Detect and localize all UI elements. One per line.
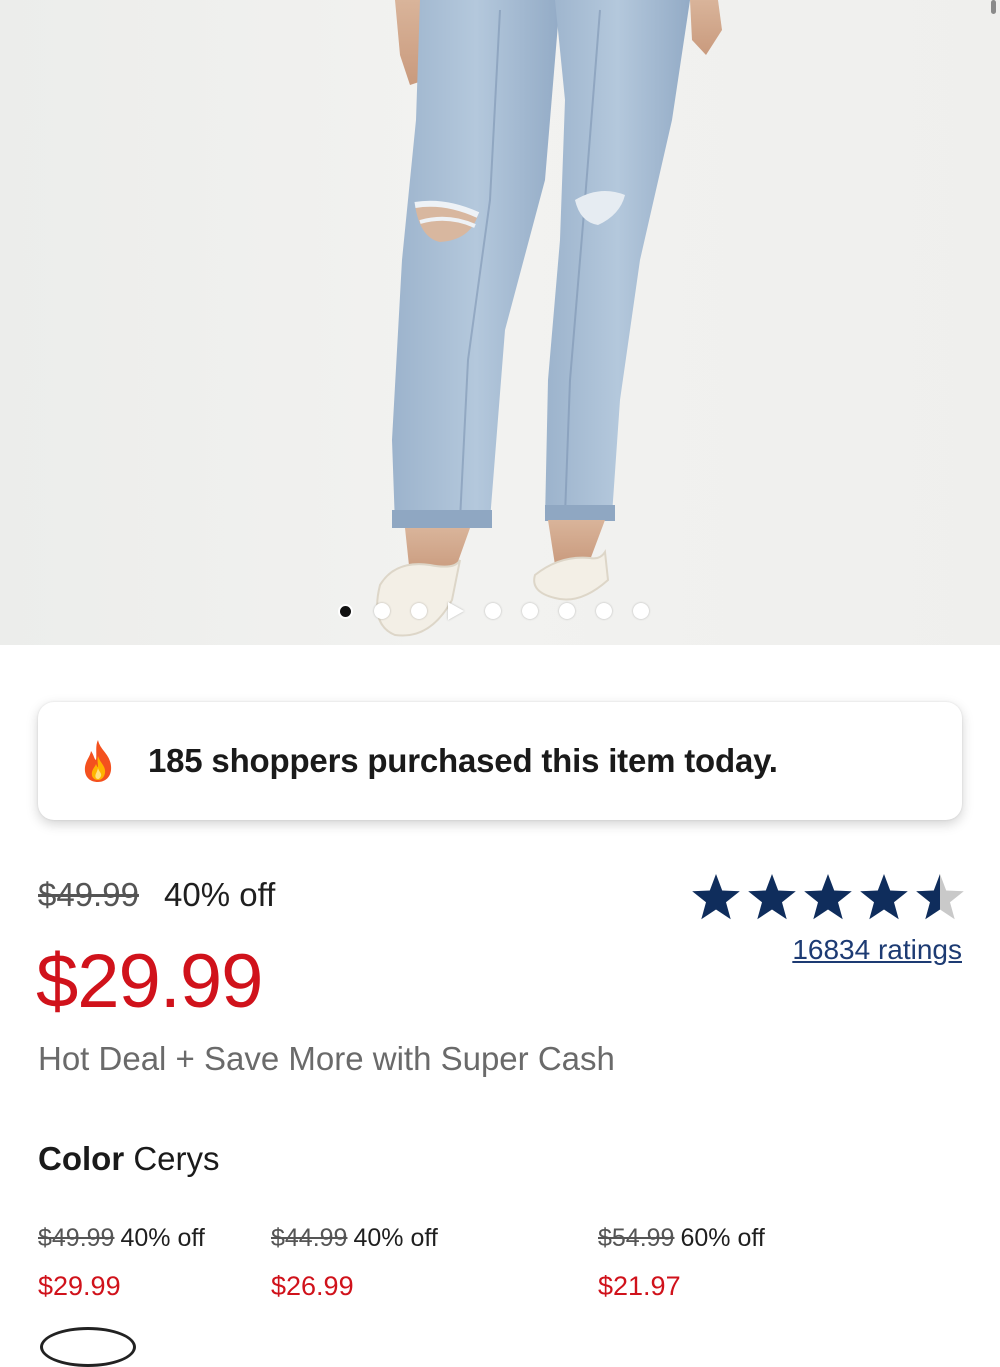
variant-original-price: $49.99 [38,1224,115,1252]
variant-discount: 40% off [353,1224,438,1252]
star-icon [804,874,852,920]
carousel-dot[interactable] [633,603,649,619]
fire-icon [84,740,112,782]
variant-price[interactable]: $49.99 40% off $29.99 [38,1224,205,1302]
color-swatch[interactable] [40,1327,136,1367]
sale-price: $29.99 [36,939,263,1024]
carousel-dot[interactable] [374,603,390,619]
product-image-carousel[interactable] [0,0,1000,645]
carousel-dot[interactable] [559,603,575,619]
banner-message: 185 shoppers purchased this item today. [148,742,778,779]
carousel-dot[interactable] [596,603,612,619]
variant-sale-price: $21.97 [598,1271,681,1301]
carousel-dot[interactable] [411,603,427,619]
variant-original-price: $44.99 [271,1224,348,1252]
carousel-pagination[interactable] [338,600,670,622]
star-icon [860,874,908,920]
star-rating[interactable] [690,872,965,924]
carousel-dot[interactable] [338,603,353,619]
carousel-dot[interactable] [522,603,538,619]
color-value: Cerys [133,1140,220,1177]
discount-label: 40% off [164,876,276,913]
carousel-video-indicator[interactable] [448,602,464,620]
star-icon [692,874,740,920]
variant-sale-price: $26.99 [271,1271,354,1301]
scrollbar-thumb[interactable] [991,0,996,14]
social-proof-banner: 185 shoppers purchased this item today. [38,702,962,820]
variant-original-price: $54.99 [598,1224,675,1252]
product-image [376,0,722,637]
star-icon [748,874,796,920]
variant-discount: 40% off [120,1224,205,1252]
variant-price[interactable]: $54.99 60% off $21.97 [598,1224,765,1302]
carousel-dot[interactable] [485,603,501,619]
ratings-link[interactable]: 16834 ratings [792,934,962,966]
variant-price[interactable]: $44.99 40% off $26.99 [271,1224,438,1302]
color-selector-label: Color Cerys [38,1140,220,1178]
variant-sale-price: $29.99 [38,1271,121,1301]
promo-text: Hot Deal + Save More with Super Cash [38,1040,615,1077]
original-price: $49.99 [38,876,139,913]
color-label: Color [38,1140,125,1177]
variant-discount: 60% off [680,1224,765,1252]
